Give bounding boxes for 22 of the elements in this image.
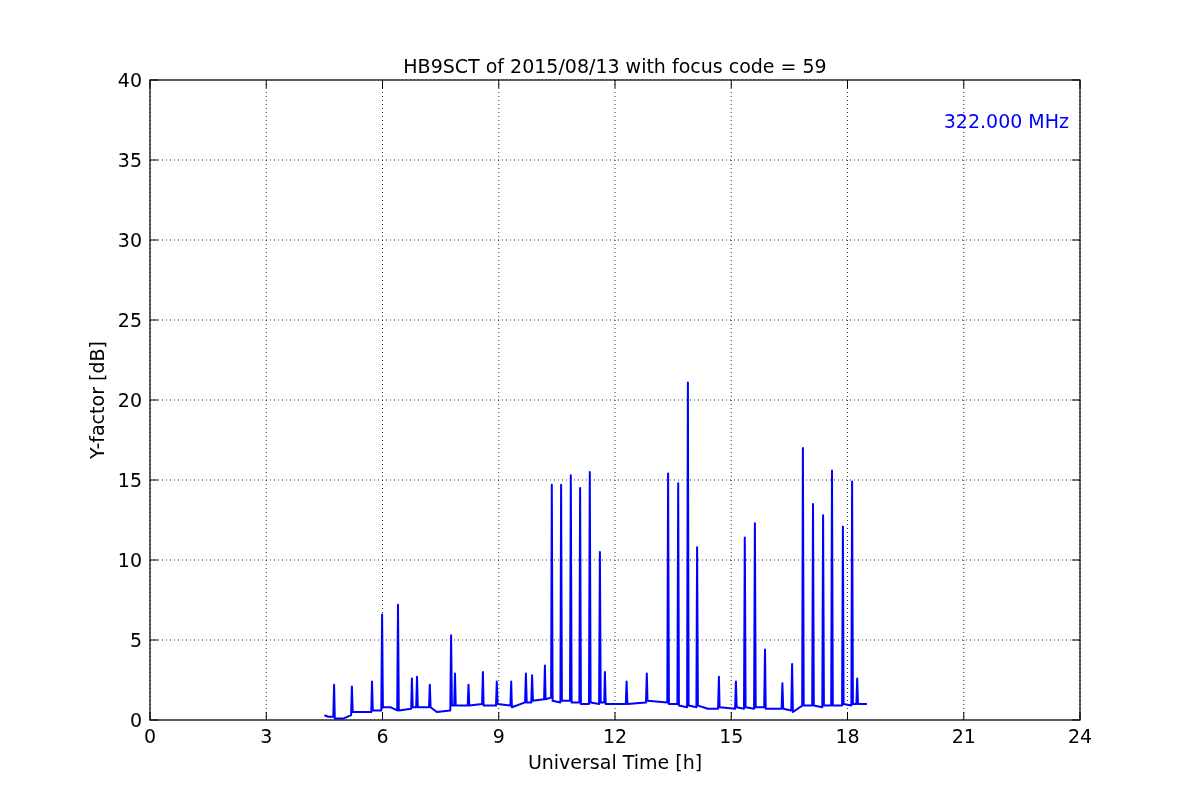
axis-title: Y-factor [dB] [86, 341, 108, 459]
tick-label: 9 [492, 725, 505, 747]
tick-label: 6 [376, 725, 389, 747]
tick-label: 15 [117, 469, 142, 491]
tick-label: 0 [143, 725, 157, 747]
series-label: 322.000 MHz [943, 110, 1069, 132]
tick-label: 35 [117, 149, 142, 171]
tick-label: 10 [117, 549, 142, 571]
tick-label: 18 [835, 725, 860, 747]
tick-label: 0 [129, 709, 142, 731]
axis-title: Universal Time [h] [527, 751, 703, 773]
tick-label: 20 [117, 389, 142, 411]
tick-label: 25 [117, 309, 142, 331]
tick-label: 21 [951, 725, 976, 747]
tick-label: 3 [260, 725, 273, 747]
tick-label: 5 [129, 629, 142, 651]
tick-label: 15 [719, 725, 744, 747]
tick-label: 40 [117, 69, 142, 91]
tick-label: 12 [602, 725, 628, 747]
chart-title: HB9SCT of 2015/08/13 with focus code = 59 [403, 55, 827, 77]
tick-label: 24 [1067, 725, 1093, 747]
tick-label: 30 [117, 229, 142, 251]
